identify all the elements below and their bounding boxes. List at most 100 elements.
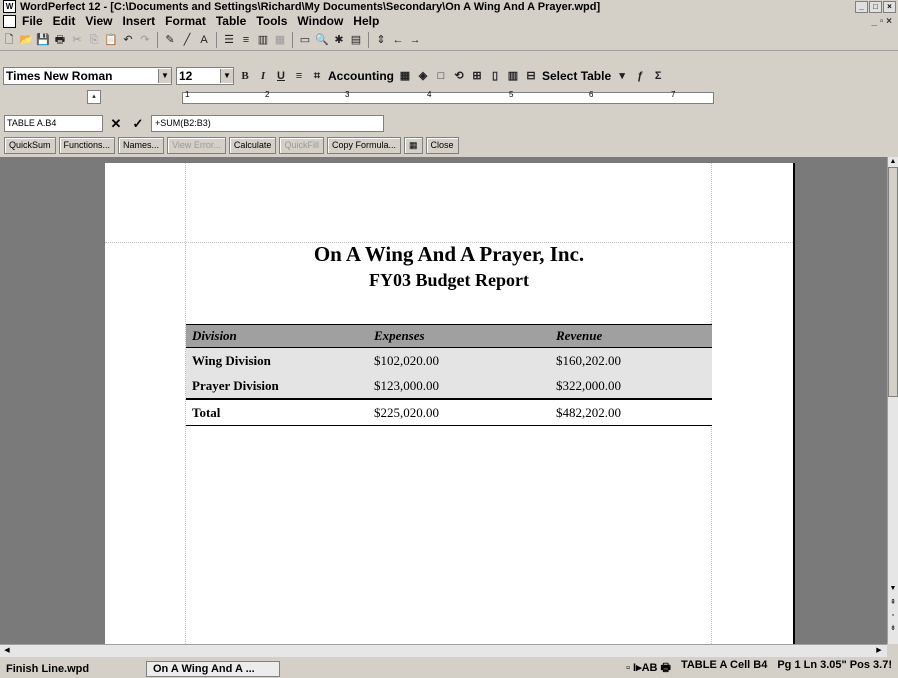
formula-icon[interactable]: ƒ	[633, 69, 647, 83]
calculate-button[interactable]: Calculate	[228, 136, 277, 154]
scroll-right-icon[interactable]: ▶	[874, 646, 884, 656]
table-format-icon[interactable]: ⌗	[310, 69, 324, 83]
paste-icon[interactable]: 📋	[104, 33, 118, 47]
undo-icon[interactable]: ↶	[121, 33, 135, 47]
table-header-cell[interactable]: Expenses	[368, 324, 550, 348]
document-window-controls[interactable]: _ ▫ ×	[871, 16, 892, 27]
scroll-down-icon[interactable]: ▼	[888, 584, 898, 594]
ruler[interactable]: 1 2 3 4 5 6 7	[182, 90, 714, 104]
redo-icon[interactable]: ↷	[138, 33, 152, 47]
bold-icon[interactable]: B	[238, 69, 252, 83]
status-file[interactable]: Finish Line.wpd	[0, 663, 146, 675]
minimize-icon[interactable]: _	[855, 0, 868, 13]
table-cell[interactable]: Total	[186, 398, 368, 426]
table-cell[interactable]: $123,000.00	[368, 373, 550, 399]
join-icon[interactable]: ▥	[506, 69, 520, 83]
close-formula-button[interactable]: Close	[425, 136, 459, 154]
table-icon[interactable]: ▦	[404, 136, 423, 154]
bullets-icon[interactable]: ☰	[222, 33, 236, 47]
scroll-up-icon[interactable]: ▲	[888, 157, 898, 167]
underline-icon[interactable]: U	[274, 69, 288, 83]
numbering-icon[interactable]: ≡	[239, 33, 253, 47]
italic-icon[interactable]: I	[256, 69, 270, 83]
line-icon[interactable]: ╱	[180, 33, 194, 47]
zoom-icon[interactable]: 🔍	[315, 33, 329, 47]
menu-table[interactable]: Table	[216, 14, 246, 28]
accounting-button[interactable]: Accounting	[328, 69, 394, 83]
status-cell[interactable]: TABLE A Cell B4	[681, 659, 767, 678]
back-icon[interactable]: ←	[391, 33, 405, 47]
sort-icon[interactable]: ⇕	[374, 33, 388, 47]
justify-icon[interactable]: ≡	[292, 69, 306, 83]
scrollbar-thumb[interactable]	[888, 167, 898, 397]
table-cell[interactable]: $482,202.00	[550, 398, 712, 426]
names-button[interactable]: Names...	[118, 136, 165, 154]
table-cell[interactable]: $160,202.00	[550, 347, 712, 373]
font-size-select[interactable]: 12 ▼	[176, 67, 234, 85]
copy-icon[interactable]: ⎘	[87, 33, 101, 47]
menu-tools[interactable]: Tools	[256, 14, 287, 28]
table-header-cell[interactable]: Division	[186, 324, 368, 348]
table-cell-selected[interactable]: $225,020.00	[368, 398, 550, 426]
menu-format[interactable]: Format	[165, 14, 206, 28]
cut-icon[interactable]: ✂	[70, 33, 84, 47]
border-icon[interactable]: ▦	[398, 69, 412, 83]
menu-edit[interactable]: Edit	[53, 14, 76, 28]
insert-row-icon[interactable]: ⊞	[470, 69, 484, 83]
quicksum-button[interactable]: QuickSum	[4, 136, 56, 154]
accept-formula-icon[interactable]: ✓	[129, 116, 147, 131]
table-header-cell[interactable]: Revenue	[550, 324, 712, 348]
table-cell[interactable]: Prayer Division	[186, 373, 368, 399]
sum-icon[interactable]: Σ	[651, 69, 665, 83]
status-icons[interactable]: ▫ I▸AB 🖶	[626, 659, 671, 678]
copy-formula-button[interactable]: Copy Formula...	[326, 136, 401, 154]
quickfill-button[interactable]: QuickFill	[279, 136, 324, 154]
forward-icon[interactable]: →	[408, 33, 422, 47]
chevron-down-icon[interactable]: ▾	[615, 69, 629, 83]
table-cell[interactable]: $102,020.00	[368, 347, 550, 373]
page-icon[interactable]: ▫	[888, 611, 898, 621]
fill-icon[interactable]: ◈	[416, 69, 430, 83]
close-icon[interactable]: ×	[883, 0, 896, 13]
split-icon[interactable]: ▯	[488, 69, 502, 83]
vertical-scrollbar[interactable]: ▲ ▼ ⇞ ▫ ⇟	[887, 157, 898, 644]
cancel-formula-icon[interactable]: ✕	[107, 116, 125, 131]
status-position[interactable]: Pg 1 Ln 3.05" Pos 3.7!	[777, 659, 892, 678]
font-select[interactable]: Times New Roman ▼	[3, 67, 172, 85]
new-icon[interactable]: 🗋	[2, 33, 16, 47]
maximize-icon[interactable]: □	[869, 0, 882, 13]
chart-icon[interactable]: ▤	[349, 33, 363, 47]
next-page-icon[interactable]: ⇟	[888, 624, 898, 634]
columns-icon[interactable]: ▥	[256, 33, 270, 47]
formula-input[interactable]: +SUM(B2:B3)	[151, 114, 384, 132]
menu-insert[interactable]: Insert	[122, 14, 155, 28]
outline-icon[interactable]: □	[434, 69, 448, 83]
scroll-left-icon[interactable]: ◀	[2, 646, 12, 656]
cell-icon[interactable]: ⊟	[524, 69, 538, 83]
menu-file[interactable]: File	[22, 14, 43, 28]
chevron-down-icon[interactable]: ▼	[220, 69, 233, 83]
save-icon[interactable]: 💾	[36, 33, 50, 47]
open-icon[interactable]: 📂	[19, 33, 33, 47]
menu-help[interactable]: Help	[353, 14, 379, 28]
cell-name-box[interactable]: TABLE A.B4	[4, 114, 103, 132]
view-error-button[interactable]: View Error...	[167, 136, 226, 154]
highlight-icon[interactable]: ✎	[163, 33, 177, 47]
select-table-button[interactable]: Select Table	[542, 69, 611, 83]
symbol-icon[interactable]: ✱	[332, 33, 346, 47]
horizontal-scrollbar[interactable]: ◀ ▶	[0, 644, 887, 657]
rotate-icon[interactable]: ⟲	[452, 69, 466, 83]
wordperfect-app-icon[interactable]: W	[3, 0, 16, 13]
textbox-icon[interactable]: A	[197, 33, 211, 47]
menu-window[interactable]: Window	[297, 14, 343, 28]
table-cell[interactable]: $322,000.00	[550, 373, 712, 399]
view-icon[interactable]: ▭	[298, 33, 312, 47]
previous-page-icon[interactable]: ⇞	[888, 598, 898, 608]
tab-type-icon[interactable]: ▴	[87, 90, 101, 104]
chevron-down-icon[interactable]: ▼	[158, 69, 171, 83]
menu-view[interactable]: View	[85, 14, 112, 28]
table-cell[interactable]: Wing Division	[186, 347, 368, 373]
document-icon[interactable]	[3, 14, 16, 28]
functions-button[interactable]: Functions...	[58, 136, 116, 154]
document-tab[interactable]: On A Wing And A ...	[146, 660, 280, 677]
